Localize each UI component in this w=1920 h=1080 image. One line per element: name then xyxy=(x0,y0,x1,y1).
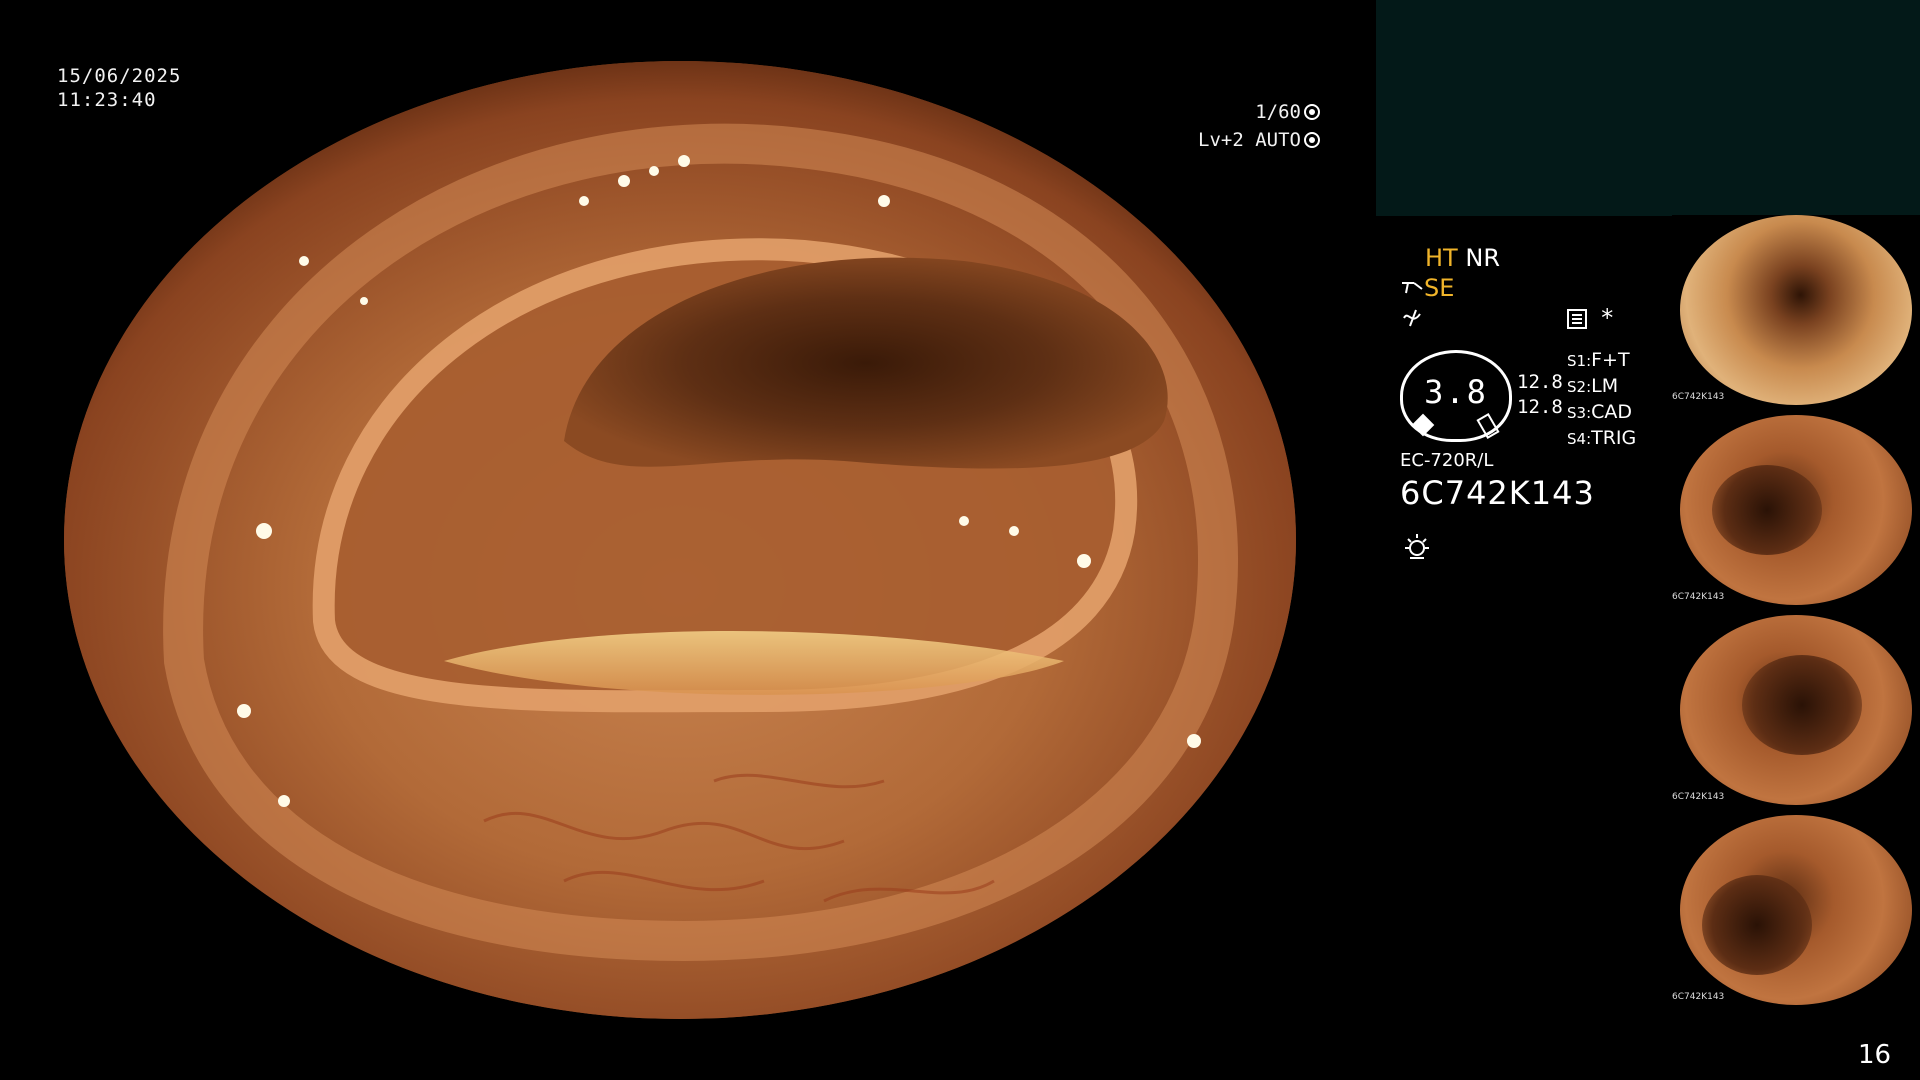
thumbnail-2[interactable]: 6C742K143 xyxy=(1672,415,1920,610)
asterisk-indicator: * xyxy=(1600,304,1615,332)
switch-row: S2:LM xyxy=(1567,375,1619,397)
gauge-side-values: 12.8 12.8 xyxy=(1517,370,1563,420)
switch-row: S4:TRIG xyxy=(1567,427,1637,449)
thumbnail-caption: 6C742K143 xyxy=(1672,992,1725,1002)
thumbnail-3[interactable]: 6C742K143 xyxy=(1672,615,1920,810)
thumbnail-caption: 6C742K143 xyxy=(1672,792,1725,802)
ht-label: HT xyxy=(1425,244,1458,272)
page-number: 16 xyxy=(1858,1040,1892,1070)
ht-nr-indicator: HT NR xyxy=(1425,244,1500,272)
nr-label: NR xyxy=(1465,244,1500,272)
shutter-speed: 1/60 xyxy=(1255,101,1301,123)
gauge-value: 3.8 xyxy=(1424,373,1488,411)
brightness-level: Lv+2 AUTO xyxy=(1198,129,1301,151)
exposure-readout: 1/60 Lv+2 AUTO xyxy=(1150,98,1320,154)
light-source-icon xyxy=(1405,534,1429,559)
switch-row: S1:F+T xyxy=(1567,349,1630,371)
gauge-left-marker xyxy=(1411,413,1435,437)
shutter-icon xyxy=(1304,104,1320,120)
scope-model: EC-720R/L xyxy=(1400,450,1494,471)
thumbnail-image xyxy=(1680,215,1912,405)
date-text: 15/06/2025 xyxy=(57,65,182,87)
thumbnail-1[interactable]: 6C742K143 xyxy=(1672,215,1920,410)
se-indicator: SE xyxy=(1400,274,1454,302)
gauge-side-bottom: 12.8 xyxy=(1517,396,1563,418)
auto-iris-icon xyxy=(1304,132,1320,148)
colon-lumen-image xyxy=(64,61,1296,1019)
gauge-right-marker xyxy=(1476,412,1500,440)
timestamp: 15/06/2025 11:23:40 xyxy=(57,64,181,112)
thumbnail-caption: 6C742K143 xyxy=(1672,392,1725,402)
thumbnail-4[interactable]: 6C742K143 xyxy=(1672,815,1920,1010)
thumbnail-caption: 6C742K143 xyxy=(1672,592,1725,602)
info-panel-header xyxy=(1376,0,1920,216)
menu-icon xyxy=(1567,309,1587,329)
endoscope-main-view xyxy=(64,61,1296,1019)
switch-row: S3:CAD xyxy=(1567,401,1633,423)
se-label: SE xyxy=(1424,274,1455,302)
structure-enhance-icon xyxy=(1402,282,1423,294)
zoom-gauge: 3.8 xyxy=(1400,350,1512,442)
scope-serial: 6C742K143 xyxy=(1400,474,1595,512)
switch-assignments: S1:F+T S2:LM S3:CAD S4:TRIG xyxy=(1567,348,1636,452)
thumbnail-lumen xyxy=(1702,875,1812,975)
filter-icon xyxy=(1403,309,1421,327)
time-text: 11:23:40 xyxy=(57,89,157,111)
gauge-side-top: 12.8 xyxy=(1517,371,1563,393)
thumbnail-lumen xyxy=(1742,655,1862,755)
thumbnail-lumen xyxy=(1712,465,1822,555)
